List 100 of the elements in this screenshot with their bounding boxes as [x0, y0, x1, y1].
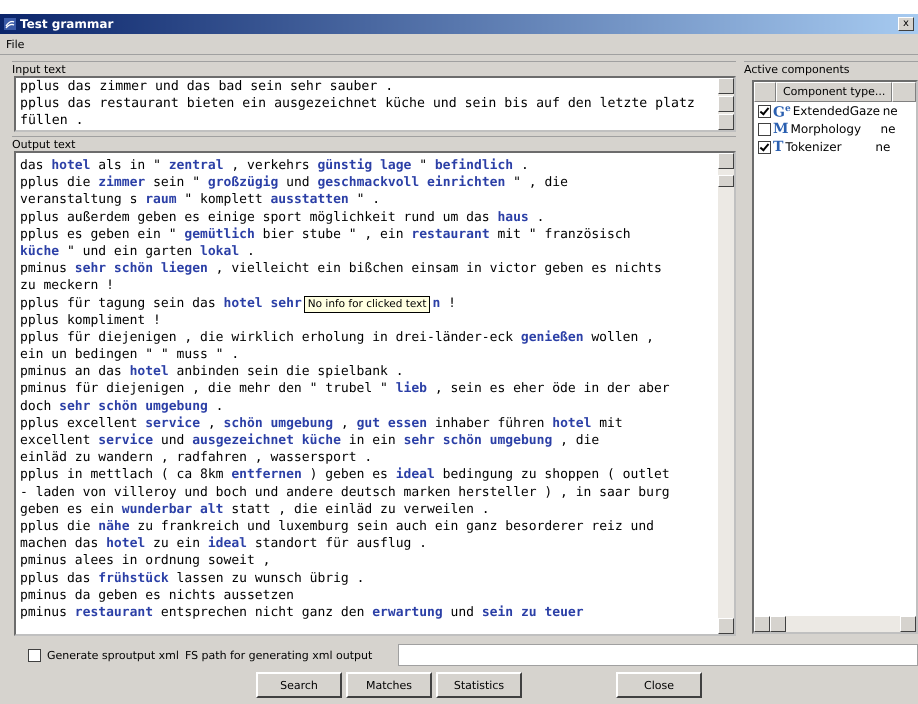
output-text: " , die — [512, 175, 568, 190]
scrollbar[interactable] — [718, 153, 734, 634]
output-text: pminus da geben es nichts aussetzen — [20, 588, 294, 603]
output-text: machen das — [20, 536, 100, 552]
highlighted-text: n — [432, 296, 440, 310]
output-text: und — [450, 604, 475, 620]
dialog-button[interactable]: Close — [616, 672, 702, 698]
output-text: pplus außerdem geben es einige sport möglichkeit rund um das — [20, 210, 491, 225]
highlighted-text: großzügig — [208, 175, 278, 190]
component-icon: G$^{e}$ — [773, 102, 791, 120]
output-text: bedingung zu shoppen ( outlet — [442, 467, 670, 482]
highlighted-text: sein zu teuer — [482, 604, 584, 620]
table-cell: ne — [882, 104, 898, 118]
checkbox[interactable] — [758, 140, 771, 154]
output-text: einläd zu wandern , radfahren , wassersport . — [20, 450, 372, 466]
output-text: pplus die — [20, 518, 92, 534]
output-text: pplus das — [20, 570, 92, 586]
highlighted-text: ausgezeichnet küche — [192, 433, 341, 448]
output-text: pplus excellent — [20, 416, 138, 431]
highlighted-text: hotel — [130, 364, 169, 380]
checkbox-label: Generate sproutput xml — [47, 648, 179, 662]
highlighted-text: zentral — [168, 158, 224, 173]
output-text: standort für ausflug . — [254, 536, 428, 552]
highlighted-text: zimmer — [98, 175, 146, 190]
checkbox[interactable] — [28, 648, 41, 662]
output-text: wollen , — [590, 330, 654, 345]
output-text: , — [206, 416, 217, 431]
output-text: . — [214, 398, 224, 414]
output-text-area[interactable] — [14, 151, 736, 636]
output-text: veranstaltung s — [20, 192, 138, 208]
highlighted-text: sehr schön umgebung — [59, 398, 208, 414]
highlighted-text: service — [145, 416, 200, 431]
component-icon: T — [773, 140, 784, 154]
dialog-button[interactable]: Matches — [346, 672, 432, 698]
highlighted-text: hotel — [51, 158, 90, 173]
highlighted-text: lieb — [396, 381, 427, 396]
output-text: ein un bedingen " " muss " . — [20, 347, 240, 362]
highlighted-text: erwartung — [372, 604, 443, 620]
output-text: pplus für diejenigen , die wirklich erholung in drei-länder-eck — [20, 330, 514, 345]
highlighted-text: wunderbar alt — [122, 502, 224, 517]
components-label: Active components — [744, 61, 918, 76]
highlighted-text: ideal — [208, 536, 247, 552]
highlighted-text: befindlich — [434, 158, 514, 173]
output-text: sein " — [152, 175, 202, 190]
output-text: und — [285, 175, 311, 190]
component-icon: M — [773, 122, 788, 136]
highlighted-text: gut essen — [356, 416, 428, 431]
output-text: " und ein garten — [66, 244, 194, 259]
highlighted-text: sehr schön umgebung — [404, 433, 552, 448]
highlighted-text: küche — [20, 244, 60, 259]
app-icon — [4, 18, 16, 30]
highlighted-text: restaurant — [74, 604, 154, 620]
menu-item[interactable]: File — [6, 38, 24, 50]
output-text: doch — [20, 398, 52, 414]
highlighted-text: genießen — [520, 330, 584, 345]
output-text: das — [20, 158, 44, 173]
highlighted-text: hotel sehr — [224, 296, 302, 310]
tooltip: No info for clicked text — [304, 296, 430, 312]
output-text: pminus — [20, 604, 68, 620]
column-header[interactable]: Component type... — [776, 82, 892, 102]
output-text: ) geben es — [308, 467, 389, 482]
highlighted-text: gemütlich — [184, 226, 255, 242]
output-text: pplus die — [20, 175, 92, 190]
checkbox[interactable] — [758, 122, 771, 136]
component-name: Morphology — [790, 122, 862, 136]
output-text: pplus in mettlach ( ca 8km — [20, 467, 224, 482]
output-text: mit " französisch — [496, 226, 631, 242]
highlighted-text: sehr schön liegen — [74, 261, 208, 276]
table-cell: ne — [875, 140, 890, 154]
input-line: pplus das restaurant bieten ein ausgezeichnet küche und sein bis auf den letzte platz — [20, 95, 696, 112]
output-text: , verkehrs — [230, 158, 311, 173]
output-text: in ein — [348, 433, 397, 448]
dialog-button[interactable]: Statistics — [436, 672, 522, 698]
checkbox[interactable] — [758, 104, 771, 118]
output-text: , die — [559, 433, 600, 448]
component-name: ExtendedGaze — [792, 104, 881, 118]
highlighted-text: restaurant — [411, 226, 490, 242]
dialog-button[interactable]: Search — [256, 672, 342, 698]
output-text: zu frankreich und luxemburg sein auch ein ganz besorderer reiz und — [136, 518, 654, 534]
output-text: zu meckern ! — [20, 278, 114, 294]
input-line: pplus das zimmer und das bad sein sehr sauber . — [20, 78, 394, 96]
output-text: - laden von villeroy und boch und andere deutsch marken hersteller ) , in saar burg — [20, 484, 670, 500]
highlighted-text: schön umgebung — [224, 416, 334, 431]
table-cell: ne — [880, 122, 896, 136]
output-text: excellent — [20, 433, 92, 448]
window-close-button[interactable]: x — [898, 17, 914, 31]
output-text: als in " — [97, 158, 162, 173]
path-field[interactable] — [398, 644, 918, 666]
highlighted-text: raum — [145, 192, 177, 208]
output-text: ! — [447, 296, 456, 310]
input-text-area[interactable]: pplus das zimmer und das bad sein sehr sauber . pplus das restaurant bieten ein ausgezeichnet küche und sein bis auf den letzte platz füllen . — [14, 76, 736, 132]
highlighted-text: ideal — [396, 467, 435, 482]
scrollbar[interactable] — [718, 78, 734, 130]
output-text: pminus an das — [20, 364, 123, 380]
output-text: bier stube " , ein — [262, 226, 405, 242]
output-text: zu ein — [152, 536, 202, 552]
input-line: füllen . — [20, 112, 85, 130]
output-text: pminus alees in ordnung soweit , — [20, 553, 270, 568]
highlighted-text: frühstück — [98, 570, 169, 586]
scrollbar[interactable] — [754, 616, 916, 632]
